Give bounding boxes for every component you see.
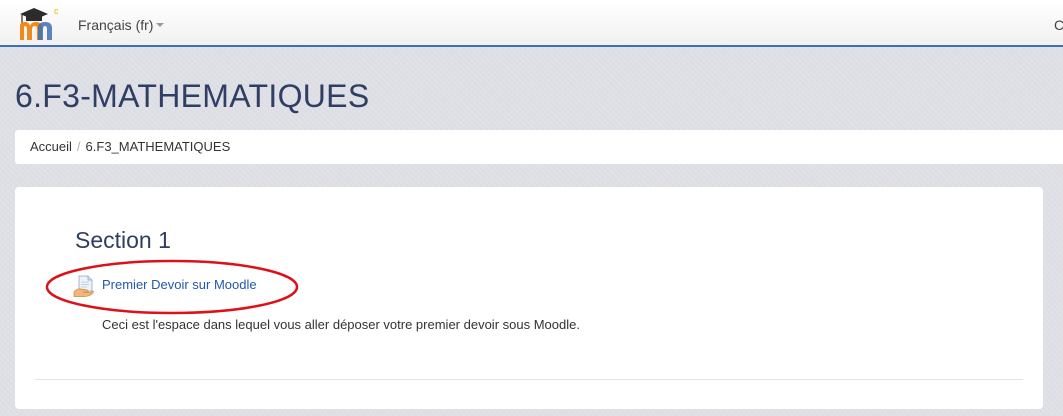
- activity-description: Ceci est l'espace dans lequel vous aller…: [102, 317, 580, 332]
- section-title: Section 1: [75, 227, 171, 253]
- language-label: Français (fr): [78, 17, 154, 33]
- moodle-logo-icon[interactable]: c: [14, 4, 66, 42]
- breadcrumb-home-link[interactable]: Accueil: [30, 139, 72, 154]
- chevron-down-icon: [156, 23, 165, 28]
- top-navbar: c Français (fr) C: [0, 0, 1063, 47]
- assignment-icon: [73, 275, 94, 297]
- language-menu[interactable]: Français (fr): [78, 17, 165, 33]
- activity-link[interactable]: Premier Devoir sur Moodle: [102, 277, 257, 292]
- navbar-right-link[interactable]: C: [1054, 17, 1063, 33]
- page-title: 6.F3-MATHEMATIQUES: [15, 78, 370, 114]
- svg-text:c: c: [54, 6, 59, 16]
- section-divider: [35, 379, 1023, 380]
- breadcrumb: Accueil / 6.F3_MATHEMATIQUES: [15, 130, 1063, 164]
- breadcrumb-course-link[interactable]: 6.F3_MATHEMATIQUES: [86, 139, 231, 154]
- course-content-card: Section 1 Premier Devoir sur Moodle Ceci…: [15, 187, 1043, 409]
- breadcrumb-separator: /: [76, 139, 81, 154]
